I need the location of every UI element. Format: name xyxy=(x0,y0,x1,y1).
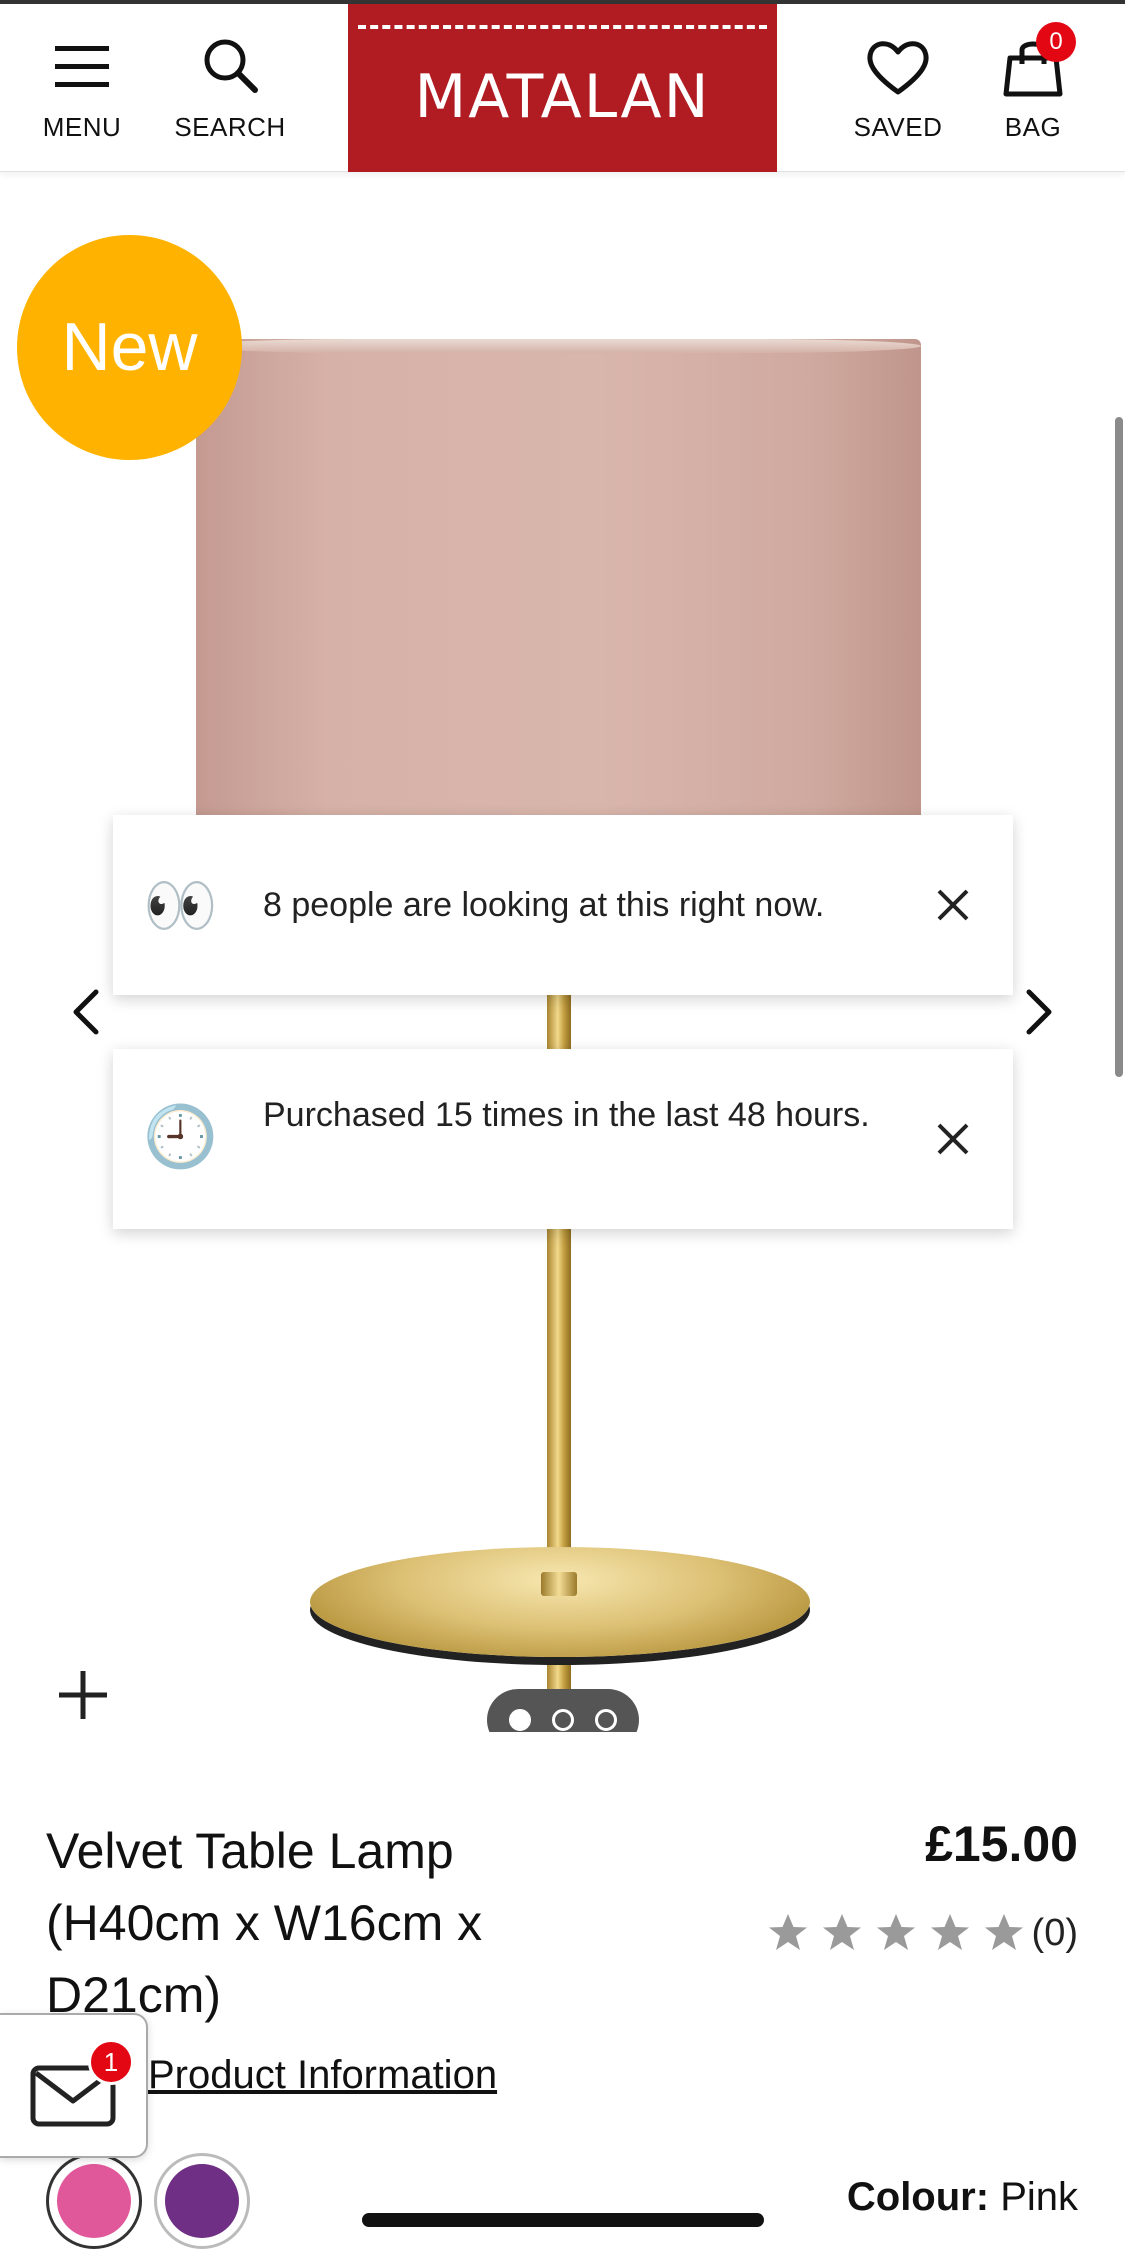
bag-button[interactable]: 0 BAG xyxy=(958,22,1108,143)
product-image-gallery[interactable]: New 👀 8 people are looking at this right… xyxy=(0,172,1125,1732)
star-icon xyxy=(984,1914,1023,1950)
lamp-base-image xyxy=(310,1547,810,1657)
bag-label: BAG xyxy=(1004,112,1062,142)
colour-value: Pink xyxy=(1000,2175,1078,2219)
swatch-fill xyxy=(57,2164,131,2238)
viewers-popup: 👀 8 people are looking at this right now… xyxy=(113,815,1013,995)
site-header: MENU SEARCH MATALAN SAVED 0 BAG xyxy=(0,0,1125,172)
star-icon xyxy=(768,1914,807,1950)
close-icon[interactable] xyxy=(933,885,973,925)
purchases-message: Purchased 15 times in the last 48 hours. xyxy=(263,1096,870,1134)
new-badge: New xyxy=(17,235,242,460)
selected-colour: Colour: Pink xyxy=(847,2175,1078,2220)
search-button[interactable]: SEARCH xyxy=(155,32,305,143)
pagination-dot[interactable] xyxy=(595,1709,617,1731)
mail-count-badge: 1 xyxy=(88,2039,134,2085)
scrollbar[interactable] xyxy=(1115,417,1123,1077)
rating-count: (0) xyxy=(1031,1911,1078,1954)
menu-label: MENU xyxy=(42,112,122,142)
bag-count-badge: 0 xyxy=(1036,22,1076,62)
matalan-logo[interactable]: MATALAN xyxy=(348,4,777,172)
star-icon xyxy=(876,1914,915,1950)
logo-stitch-line xyxy=(358,25,767,29)
saved-button[interactable]: SAVED xyxy=(823,32,973,143)
lamp-shade-image xyxy=(196,339,921,819)
close-icon[interactable] xyxy=(933,1119,973,1159)
clock-emoji-icon: 🕘 xyxy=(143,1103,218,1170)
previous-image-arrow-icon[interactable] xyxy=(62,982,112,1042)
colour-swatch-pink[interactable] xyxy=(46,2153,142,2249)
product-price: £15.00 xyxy=(925,1816,1078,1872)
colour-swatch-purple[interactable] xyxy=(154,2153,250,2249)
viewers-message: 8 people are looking at this right now. xyxy=(263,886,825,924)
menu-button[interactable]: MENU xyxy=(7,32,157,143)
swatch-fill xyxy=(165,2164,239,2238)
mail-widget[interactable]: 1 xyxy=(0,2013,148,2158)
heart-icon xyxy=(867,41,929,95)
logo-text: MATALAN xyxy=(414,62,711,132)
product-title: Velvet Table Lamp (H40cm x W16cm x D21cm… xyxy=(46,1823,483,2023)
star-icon xyxy=(930,1914,969,1950)
image-pagination xyxy=(487,1689,639,1732)
saved-label: SAVED xyxy=(853,112,943,142)
eyes-emoji-icon: 👀 xyxy=(143,872,218,939)
star-icon xyxy=(822,1914,861,1950)
search-icon xyxy=(204,39,258,93)
pagination-dot[interactable] xyxy=(509,1709,531,1731)
product-information-link[interactable]: Product Information xyxy=(148,2053,497,2098)
purchases-popup: 🕘 Purchased 15 times in the last 48 hour… xyxy=(113,1049,1013,1229)
search-label: SEARCH xyxy=(174,112,286,142)
rating-stars[interactable]: (0) xyxy=(756,1905,1078,1961)
next-image-arrow-icon[interactable] xyxy=(1013,982,1063,1042)
pagination-dot[interactable] xyxy=(552,1709,574,1731)
home-indicator[interactable] xyxy=(362,2213,764,2227)
colour-label: Colour: xyxy=(846,2175,990,2219)
lamp-collar-image xyxy=(541,1572,577,1596)
hamburger-menu-icon xyxy=(55,46,109,87)
zoom-plus-icon[interactable] xyxy=(55,1667,111,1723)
